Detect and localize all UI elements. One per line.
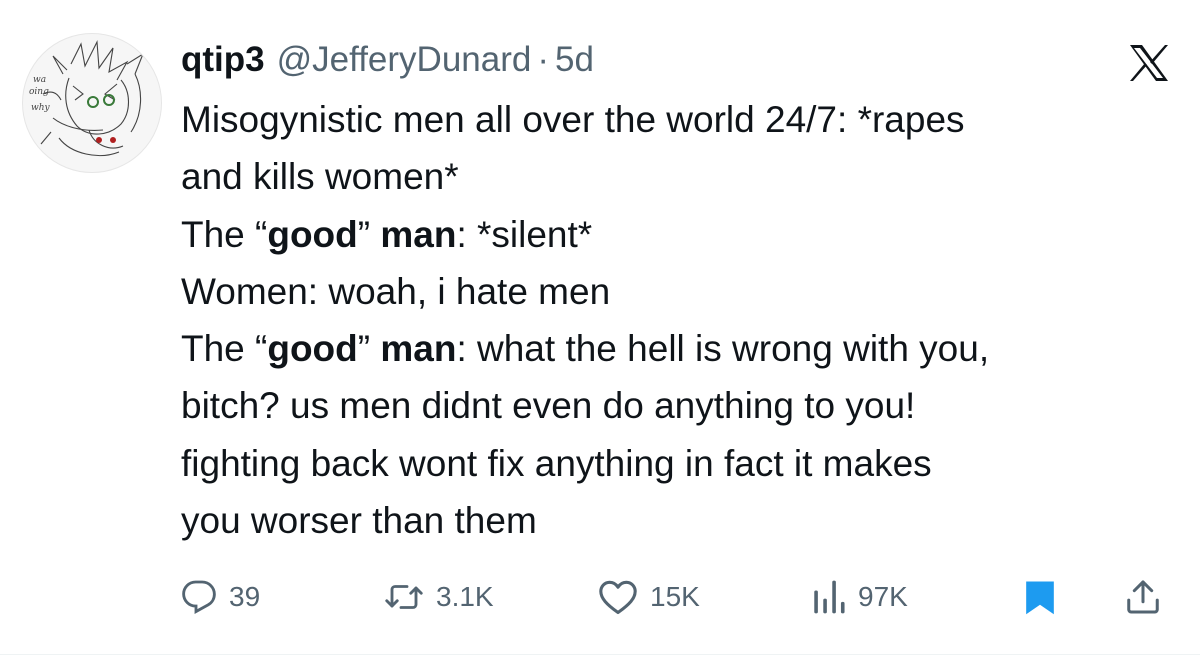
- tweet-text-segment: The “: [181, 328, 268, 370]
- tweet-text-bold: good: [267, 213, 358, 255]
- tweet-text-line: Misogynistic men all over the world 24/7…: [181, 91, 1171, 148]
- tweet-text-line: you worser than them: [181, 492, 1171, 549]
- tweet-text-line: and kills women*: [181, 148, 1171, 205]
- tweet-text-line: Women: woah, i hate men: [181, 263, 1171, 320]
- header-separator: ·: [537, 40, 549, 79]
- heart-icon: [598, 579, 638, 615]
- tweet-text-bold: man: [380, 328, 457, 370]
- timestamp[interactable]: 5d: [555, 40, 594, 80]
- tweet-text-segment: The “: [181, 213, 268, 255]
- reply-icon: [181, 579, 217, 615]
- avatar[interactable]: wa oing why: [22, 33, 162, 173]
- tweet-text-line: fighting back wont fix anything in fact …: [181, 435, 1171, 492]
- bookmark-button[interactable]: [1022, 572, 1058, 622]
- share-icon: [1124, 578, 1162, 616]
- user-handle[interactable]: @JefferyDunard: [277, 40, 532, 80]
- tweet-header: qtip3 @JefferyDunard · 5d: [181, 38, 594, 82]
- tweet-text-segment: fighting back wont fix anything in fact …: [181, 442, 932, 484]
- views-count: 97K: [858, 581, 908, 612]
- svg-text:oing: oing: [29, 87, 49, 97]
- tweet-text-segment: bitch? us men didnt even do anything to …: [181, 385, 916, 427]
- tweet-text-segment: Women: woah, i hate men: [181, 270, 611, 312]
- tweet-text-line: bitch? us men didnt even do anything to …: [181, 377, 1171, 434]
- tweet-text-segment: : what the hell is wrong with you,: [456, 328, 990, 370]
- reply-count: 39: [229, 581, 261, 612]
- avatar-sketch: wa oing why: [29, 39, 145, 157]
- divider: [0, 654, 1200, 655]
- tweet-text-bold: man: [380, 213, 457, 255]
- svg-text:why: why: [31, 103, 51, 113]
- tweet-text-line: The “good” man: what the hell is wrong w…: [181, 320, 1171, 377]
- views-icon: [812, 579, 846, 615]
- like-button[interactable]: 15K: [598, 572, 700, 622]
- action-bar: 39 3.1K 15K 97K: [0, 572, 1200, 622]
- tweet-text-segment: : *silent*: [456, 213, 593, 255]
- x-logo-icon: [1128, 44, 1170, 82]
- tweet-text-bold: good: [267, 328, 358, 370]
- display-name[interactable]: qtip3: [181, 40, 265, 80]
- bookmark-icon: [1022, 578, 1058, 616]
- svg-text:wa: wa: [33, 75, 46, 85]
- repost-button[interactable]: 3.1K: [384, 572, 494, 622]
- tweet-text-segment: ”: [357, 328, 381, 370]
- tweet-text: Misogynistic men all over the world 24/7…: [181, 91, 1171, 549]
- repost-count: 3.1K: [436, 581, 494, 612]
- like-count: 15K: [650, 581, 700, 612]
- reply-button[interactable]: 39: [181, 572, 260, 622]
- tweet-text-segment: you worser than them: [181, 500, 537, 542]
- tweet-text-segment: and kills women*: [181, 156, 459, 198]
- tweet-text-segment: Misogynistic men all over the world 24/7…: [181, 99, 965, 140]
- share-button[interactable]: [1124, 572, 1162, 622]
- views-button[interactable]: 97K: [812, 572, 908, 622]
- repost-icon: [384, 579, 424, 615]
- tweet-text-line: The “good” man: *silent*: [181, 206, 1171, 263]
- tweet-text-segment: ”: [357, 213, 381, 255]
